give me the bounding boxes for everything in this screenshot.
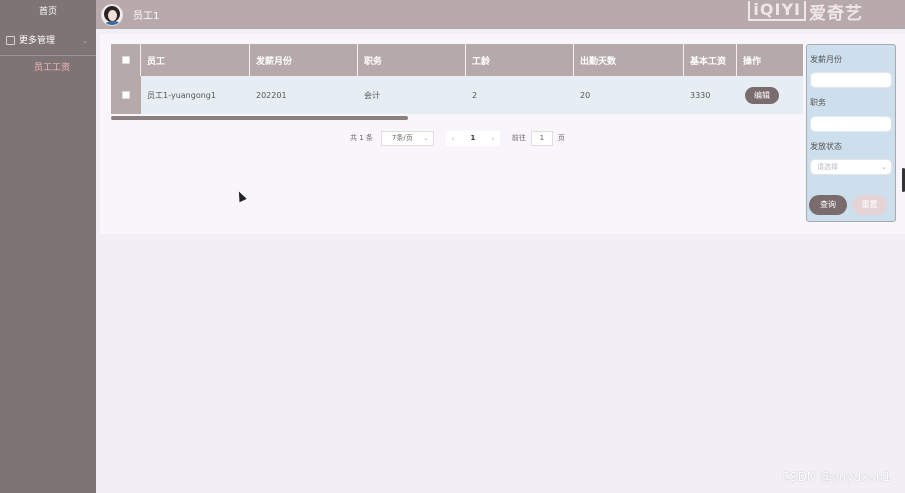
- avatar[interactable]: [101, 3, 123, 26]
- next-page-icon[interactable]: ›: [486, 134, 500, 143]
- menu-icon: [6, 36, 15, 45]
- logo-mark: iQIYI: [748, 1, 806, 21]
- goto-input[interactable]: 1: [530, 130, 553, 146]
- reset-button[interactable]: 重置: [852, 195, 887, 215]
- row-checkbox[interactable]: [122, 91, 130, 99]
- page-size-select[interactable]: 7条/页 ⌄: [380, 130, 434, 146]
- watermark: CSDN @yuyuxun1: [781, 470, 891, 484]
- data-table: 员工 发薪月份 职务 工龄 出勤天数 基本工资 操作 员工1-yuangong1…: [111, 44, 803, 120]
- logo-text: 爱奇艺: [809, 3, 863, 24]
- status-label: 发放状态: [810, 142, 842, 151]
- logo: iQIYI 爱奇艺: [748, 0, 863, 24]
- col-days[interactable]: 出勤天数: [574, 44, 684, 76]
- cell-employee: 员工1-yuangong1: [147, 90, 216, 100]
- sidebar-group-more[interactable]: 更多管理 ⌄: [0, 26, 96, 56]
- col-years[interactable]: 工龄: [466, 44, 574, 76]
- chevron-down-icon: ⌄: [423, 133, 429, 142]
- job-label: 职务: [810, 98, 826, 107]
- month-input[interactable]: [810, 72, 892, 88]
- top-header: 员工1 iQIYI 爱奇艺: [96, 0, 905, 29]
- sidebar-group-label: 更多管理: [19, 35, 56, 46]
- col-employee[interactable]: 员工: [141, 44, 250, 76]
- col-base-salary[interactable]: 基本工资: [684, 44, 737, 76]
- header-checkbox-cell: [111, 44, 141, 76]
- sidebar-item-home[interactable]: 首页: [0, 0, 96, 26]
- sidebar-item-salary[interactable]: 员工工资: [0, 56, 96, 80]
- chevron-down-icon: ⌄: [881, 163, 887, 171]
- status-select[interactable]: 请选择 ⌄: [810, 159, 892, 175]
- query-button[interactable]: 查询: [809, 195, 847, 215]
- prev-page-icon[interactable]: ‹: [446, 134, 460, 143]
- select-all-checkbox[interactable]: [121, 56, 130, 64]
- username: 员工1: [133, 11, 160, 22]
- chevron-down-icon: ⌄: [82, 36, 88, 45]
- cell-actions: 编辑: [737, 76, 803, 114]
- col-job[interactable]: 职务: [358, 44, 466, 76]
- cell-days: 20: [580, 90, 591, 100]
- horizontal-scrollbar[interactable]: [111, 116, 408, 120]
- col-actions: 操作: [743, 56, 762, 67]
- sidebar: 首页 更多管理 ⌄ 员工工资: [0, 0, 96, 493]
- cell-base-salary: 3330: [690, 90, 711, 100]
- col-month[interactable]: 发薪月份: [250, 44, 358, 76]
- table-row[interactable]: 员工1-yuangong1 202201 会计 2 20 3330 编辑: [111, 76, 803, 114]
- main-panel: 员工 发薪月份 职务 工龄 出勤天数 基本工资 操作 员工1-yuangong1…: [100, 34, 905, 234]
- cell-job: 会计: [364, 90, 380, 100]
- pagination: 共 1 条 7条/页 ⌄ ‹ 1 › 前往 1 页: [350, 130, 565, 146]
- row-checkbox-cell: [111, 76, 141, 114]
- job-input[interactable]: [810, 116, 892, 132]
- cell-years: 2: [472, 90, 478, 100]
- pager-total: 共 1 条: [350, 134, 373, 142]
- month-label: 发薪月份: [810, 55, 842, 64]
- page-nav: ‹ 1 ›: [445, 130, 500, 146]
- goto-label: 前往: [511, 134, 526, 142]
- table-header: 员工 发薪月份 职务 工龄 出勤天数 基本工资 操作: [111, 44, 803, 76]
- search-panel: 发薪月份 职务 发放状态 请选择 ⌄ 查询 重置: [806, 44, 896, 222]
- cell-month: 202201: [256, 90, 287, 100]
- edit-button[interactable]: 编辑: [745, 86, 779, 104]
- page-unit: 页: [557, 134, 565, 142]
- current-page[interactable]: 1: [460, 134, 486, 142]
